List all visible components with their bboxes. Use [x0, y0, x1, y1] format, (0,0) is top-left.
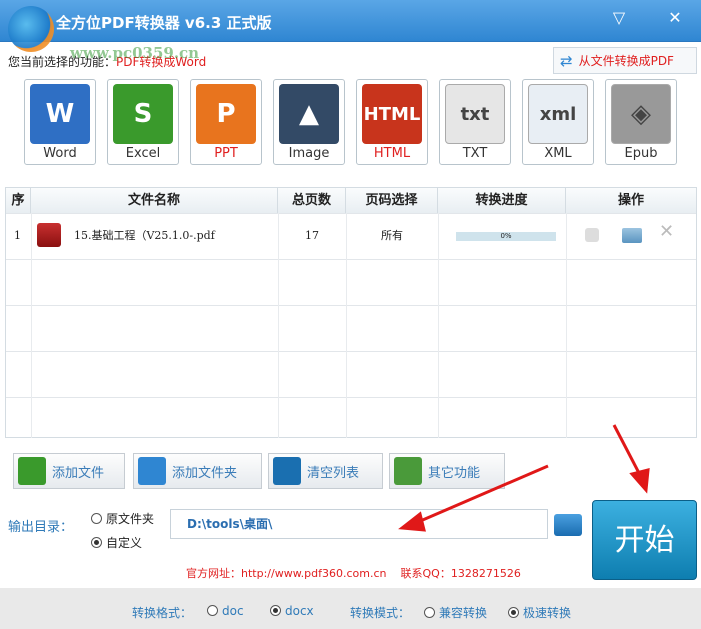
add-folder-icon	[138, 457, 166, 485]
col-filename: 文件名称	[31, 188, 278, 213]
radio-doc[interactable]: doc	[207, 604, 244, 618]
option-label: doc	[222, 604, 244, 618]
option-label: 极速转换	[523, 606, 572, 620]
word-icon: W	[30, 84, 90, 144]
to-pdf-label: 从文件转换成PDF	[578, 54, 674, 68]
trash-icon	[273, 457, 301, 485]
delete-icon[interactable]: ✕	[659, 221, 674, 242]
format-ppt[interactable]: P PPT	[190, 79, 262, 165]
option-label: 兼容转换	[439, 606, 488, 620]
col-pages: 总页数	[278, 188, 346, 213]
format-txt[interactable]: txt TXT	[439, 79, 511, 165]
action-button-3[interactable]: 其它功能	[389, 453, 505, 489]
format-label: TXT	[462, 146, 488, 161]
format-image[interactable]: ▲ Image	[273, 79, 345, 165]
format-label: HTML	[373, 146, 411, 161]
radio-docx[interactable]: docx	[270, 604, 314, 618]
format-word[interactable]: W Word	[24, 79, 96, 165]
action-button-1[interactable]: 添加文件夹	[133, 453, 262, 489]
tools-icon	[394, 457, 422, 485]
txt-icon: txt	[445, 84, 505, 144]
option-label: 原文件夹	[106, 512, 155, 526]
action-label: 添加文件	[52, 465, 105, 481]
option-label: 自定义	[106, 536, 143, 550]
arrow-head	[629, 468, 650, 494]
add-file-icon	[18, 457, 46, 485]
row-range[interactable]: 所有	[346, 213, 438, 259]
radio-icon	[270, 605, 281, 616]
close-icon[interactable]: ✕	[664, 8, 686, 27]
format-label: XML	[544, 146, 572, 161]
browse-folder-icon[interactable]	[554, 514, 582, 536]
row-index: 1	[14, 229, 21, 242]
image-icon: ▲	[279, 84, 339, 144]
radio-original-folder[interactable]: 原文件夹	[91, 510, 154, 527]
col-index: 序	[6, 188, 31, 213]
radio-icon	[207, 605, 218, 616]
col-progress: 转换进度	[438, 188, 566, 213]
menu-icon[interactable]: ▽	[608, 8, 630, 27]
progress-text: 0%	[500, 232, 512, 240]
radio-icon	[508, 607, 519, 618]
format-epub[interactable]: ◈ Epub	[605, 79, 677, 165]
action-button-0[interactable]: 添加文件	[13, 453, 125, 489]
qq-contact: 联系QQ：1328271526	[400, 567, 521, 580]
file-table: 序 文件名称 总页数 页码选择 转换进度 操作 1 15.基础工程（V25.1.…	[5, 187, 697, 438]
website-link[interactable]: 官方网址：http://www.pdf360.com.cn	[186, 567, 387, 580]
col-range: 页码选择	[346, 188, 438, 213]
format-excel[interactable]: S Excel	[107, 79, 179, 165]
epub-icon: ◈	[611, 84, 671, 144]
action-button-2[interactable]: 清空列表	[268, 453, 383, 489]
output-path-input[interactable]: D:\tools\桌面\	[170, 509, 548, 539]
pdf-file-icon	[37, 223, 61, 247]
radio-icon	[91, 537, 102, 548]
action-label: 清空列表	[307, 465, 360, 481]
to-pdf-button[interactable]: ⇄ 从文件转换成PDF	[553, 47, 697, 74]
row-pages: 17	[305, 229, 319, 242]
radio-custom[interactable]: 自定义	[91, 534, 142, 551]
swap-icon: ⇄	[560, 51, 573, 70]
option-label: docx	[285, 604, 314, 618]
app-title: 全方位PDF转换器 v6.3 正式版	[56, 14, 272, 32]
format-xml[interactable]: xml XML	[522, 79, 594, 165]
format-label: 转换格式：	[132, 606, 193, 620]
format-label: Word	[43, 146, 77, 161]
format-label: Image	[288, 146, 330, 161]
mode-label: 转换模式：	[350, 606, 411, 620]
footer-options: 转换格式： doc docx 转换模式： 兼容转换 极速转换	[0, 588, 701, 629]
action-label: 添加文件夹	[172, 465, 238, 481]
col-actions: 操作	[566, 188, 696, 213]
excel-icon: S	[113, 84, 173, 144]
watermark: www.pc0359.cn	[70, 44, 200, 62]
progress-bar: 0%	[456, 232, 556, 241]
action-label: 其它功能	[428, 465, 481, 481]
format-label: Epub	[624, 146, 658, 161]
open-folder-icon[interactable]	[622, 228, 642, 243]
xml-icon: xml	[528, 84, 588, 144]
format-label: PPT	[214, 146, 238, 161]
app-logo	[8, 6, 54, 52]
format-label: Excel	[125, 146, 161, 161]
radio-icon	[424, 607, 435, 618]
start-button[interactable]: 开始	[592, 500, 697, 580]
row-filename: 15.基础工程（V25.1.0-.pdf	[74, 229, 215, 242]
ppt-icon: P	[196, 84, 256, 144]
radio-fast[interactable]: 极速转换	[508, 604, 571, 621]
output-label: 输出目录：	[8, 520, 74, 535]
convert-icon[interactable]	[585, 228, 599, 242]
html-icon: HTML	[362, 84, 422, 144]
radio-compatible[interactable]: 兼容转换	[424, 604, 487, 621]
contact-info: 官方网址：http://www.pdf360.com.cn 联系QQ：13282…	[186, 565, 521, 581]
format-html[interactable]: HTML HTML	[356, 79, 428, 165]
radio-icon	[91, 513, 102, 524]
